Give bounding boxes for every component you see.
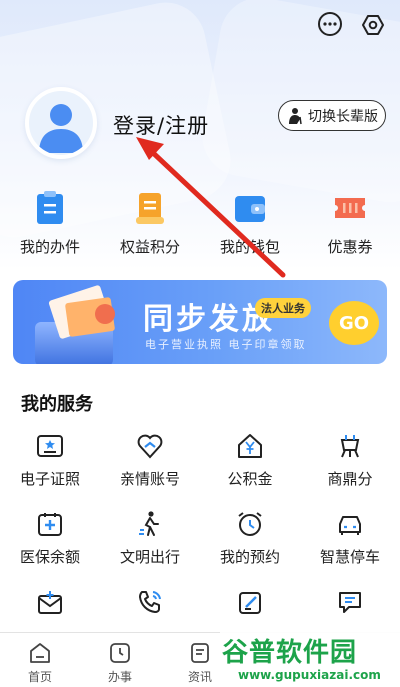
- alarm-clock-icon: [238, 512, 262, 536]
- service-label: 商鼎分: [327, 470, 373, 488]
- quick-item-wallet[interactable]: 我的钱包: [200, 190, 300, 257]
- service-label: 文明出行: [119, 548, 180, 566]
- service-smart-parking[interactable]: 智慧停车: [300, 510, 400, 572]
- service-civil-travel[interactable]: 文明出行: [100, 510, 200, 572]
- pedestrian-icon: [139, 511, 159, 536]
- service-family-account[interactable]: 亲情账号: [100, 432, 200, 494]
- elder-icon: [289, 107, 302, 124]
- go-button[interactable]: GO: [329, 301, 379, 345]
- phone-icon: [139, 591, 161, 613]
- banner-subtitle: 电子营业执照 电子印章领取: [145, 338, 307, 351]
- heart-link-icon: [137, 434, 163, 459]
- message-icon: [339, 592, 361, 613]
- tab-label: 资讯: [187, 670, 212, 684]
- clipboard-icon: [37, 191, 63, 224]
- user-silhouette-icon: [39, 104, 83, 153]
- top-icon-bar: [318, 12, 386, 38]
- id-card-icon: [37, 435, 63, 457]
- services-title: 我的服务: [21, 394, 93, 415]
- house-yen-icon: [238, 434, 262, 458]
- scroll-icon: [136, 193, 164, 224]
- news-tab-icon: [191, 643, 209, 663]
- service-label: 我的预约: [219, 548, 280, 566]
- banner-tag: 法人业务: [255, 298, 311, 318]
- tab-home[interactable]: 首页: [0, 633, 80, 687]
- service-shangding-points[interactable]: 商鼎分: [300, 432, 400, 494]
- quick-item-label: 优惠券: [327, 238, 373, 256]
- service-medical-balance[interactable]: 医保余额: [0, 510, 100, 572]
- clock-tab-icon: [110, 643, 130, 663]
- service-e-license[interactable]: 电子证照: [0, 432, 100, 494]
- service-label: 公积金: [227, 470, 273, 488]
- quick-item-label: 我的钱包: [219, 238, 280, 256]
- quick-actions: 我的办件 权益积分 我的钱包 优惠券: [0, 190, 400, 257]
- wallet-icon: [235, 196, 265, 222]
- stamp-icon: [95, 304, 115, 324]
- service-label: 电子证照: [19, 470, 80, 488]
- quick-item-points[interactable]: 权益积分: [100, 190, 200, 257]
- quick-item-label: 我的办件: [19, 238, 80, 256]
- service-my-appointments[interactable]: 我的预约: [200, 510, 300, 572]
- quick-item-label: 权益积分: [119, 238, 180, 256]
- elder-mode-label: 切换长辈版: [308, 108, 378, 125]
- tab-label: 首页: [27, 670, 52, 684]
- service-label: 亲情账号: [119, 470, 180, 488]
- quick-item-coupons[interactable]: 优惠券: [300, 190, 400, 257]
- service-housing-fund[interactable]: 公积金: [200, 432, 300, 494]
- coupon-icon: [335, 198, 365, 218]
- login-register-link[interactable]: 登录/注册: [113, 110, 209, 140]
- quick-item-my-cases[interactable]: 我的办件: [0, 190, 100, 257]
- mail-icon: [38, 591, 62, 614]
- watermark-title: 谷普软件园: [222, 638, 358, 668]
- tab-services[interactable]: 办事: [80, 633, 160, 687]
- car-icon: [339, 516, 361, 535]
- promo-banner[interactable]: 同步发放 法人业务 电子营业执照 电子印章领取 GO: [13, 280, 387, 364]
- home-tab-icon: [30, 643, 50, 663]
- banner-title: 同步发放: [143, 302, 275, 337]
- settings-icon[interactable]: [360, 12, 386, 38]
- avatar[interactable]: [25, 87, 97, 159]
- tab-label: 办事: [107, 670, 132, 684]
- elder-mode-button[interactable]: 切换长辈版: [278, 100, 386, 131]
- watermark-url: www.gupuxiazai.com: [238, 668, 381, 682]
- service-label: 医保余额: [19, 548, 80, 566]
- edit-icon: [239, 592, 261, 614]
- tripod-icon: [340, 435, 360, 458]
- medical-card-icon: [38, 513, 62, 536]
- more-icon[interactable]: [318, 12, 342, 36]
- services-grid: 电子证照 亲情账号 公积金 商鼎分 医保余额 文明出行 我的预约 智慧停车: [0, 432, 400, 650]
- service-label: 智慧停车: [319, 548, 380, 566]
